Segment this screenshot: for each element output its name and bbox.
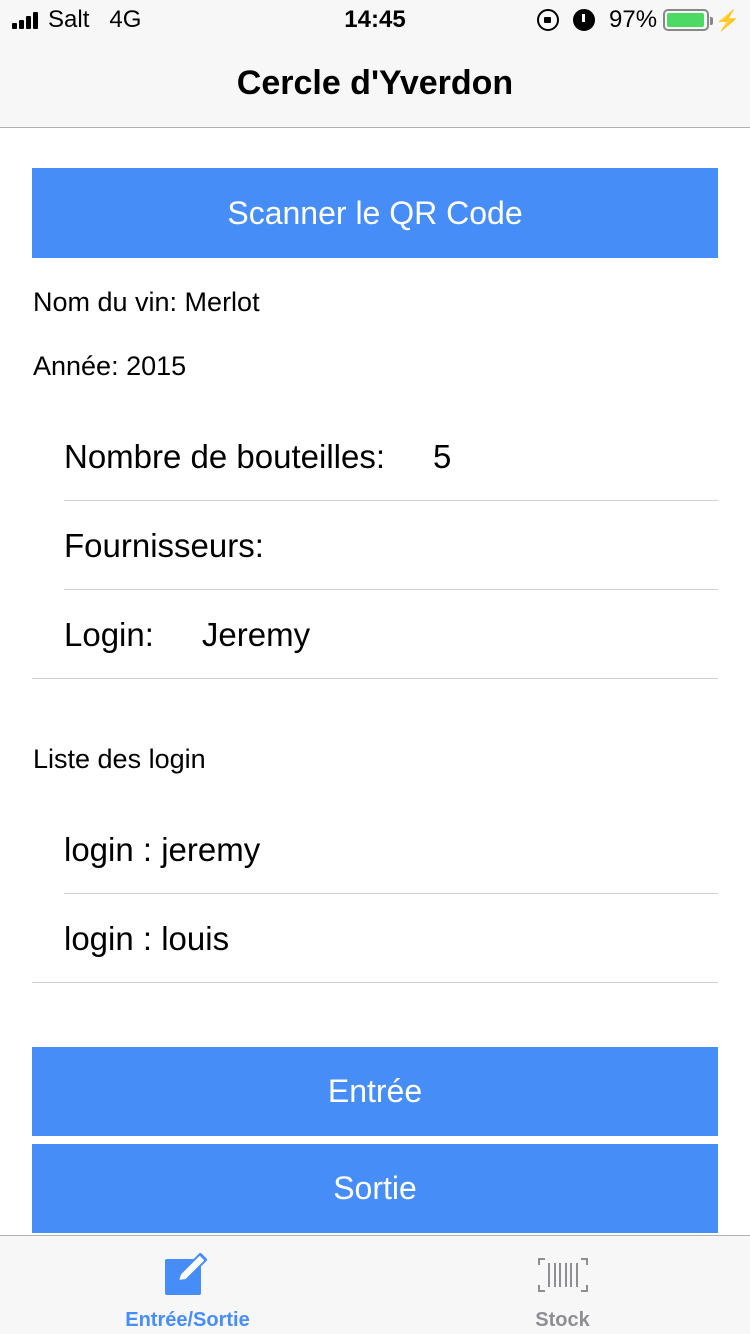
login-input[interactable]: Jeremy bbox=[202, 616, 310, 654]
tab-entree-sortie[interactable]: Entrée/Sortie bbox=[0, 1236, 375, 1334]
suppliers-row: Fournisseurs: bbox=[64, 501, 718, 590]
login-label: Login: bbox=[64, 615, 154, 653]
list-item[interactable]: login : jeremy bbox=[64, 805, 718, 894]
list-item-label: login : louis bbox=[64, 919, 230, 957]
navigation-bar: Cercle d'Yverdon bbox=[0, 40, 750, 128]
sortie-button[interactable]: Sortie bbox=[32, 1144, 718, 1233]
status-right: 97% ⚡ bbox=[537, 6, 740, 33]
bottles-row: Nombre de bouteilles: 5 bbox=[64, 412, 718, 501]
bottles-input[interactable]: 5 bbox=[433, 438, 451, 476]
charging-bolt-icon: ⚡ bbox=[715, 9, 740, 32]
edit-icon bbox=[164, 1252, 212, 1303]
tab-bar: Entrée/Sortie Stock bbox=[0, 1235, 750, 1334]
battery-icon bbox=[663, 9, 714, 31]
login-row: Login: Jeremy bbox=[64, 590, 718, 679]
battery-fill bbox=[667, 13, 704, 27]
divider bbox=[32, 982, 718, 983]
bottles-label: Nombre de bouteilles: bbox=[64, 437, 386, 475]
tab-label: Stock bbox=[535, 1309, 590, 1331]
scan-qr-button[interactable]: Scanner le QR Code bbox=[32, 168, 718, 258]
status-bar: Salt 4G 14:45 97% ⚡ bbox=[0, 0, 750, 40]
tab-stock[interactable]: Stock bbox=[375, 1236, 750, 1334]
battery-cap bbox=[710, 17, 714, 25]
divider bbox=[32, 678, 718, 679]
wine-year: Année: 2015 bbox=[33, 351, 187, 381]
rotation-lock-icon bbox=[537, 9, 560, 31]
list-item-label: login : jeremy bbox=[64, 830, 261, 868]
entree-button[interactable]: Entrée bbox=[32, 1047, 718, 1136]
barcode-icon bbox=[537, 1252, 589, 1298]
login-list-title: Liste des login bbox=[33, 744, 206, 774]
suppliers-label: Fournisseurs: bbox=[64, 526, 264, 564]
suppliers-input[interactable] bbox=[294, 526, 594, 566]
list-item[interactable]: login : louis bbox=[64, 894, 718, 983]
page-title: Cercle d'Yverdon bbox=[236, 64, 514, 102]
tab-label: Entrée/Sortie bbox=[125, 1309, 250, 1331]
alarm-icon bbox=[573, 9, 596, 31]
wine-name: Nom du vin: Merlot bbox=[33, 287, 260, 317]
battery-percentage: 97% bbox=[609, 6, 658, 33]
